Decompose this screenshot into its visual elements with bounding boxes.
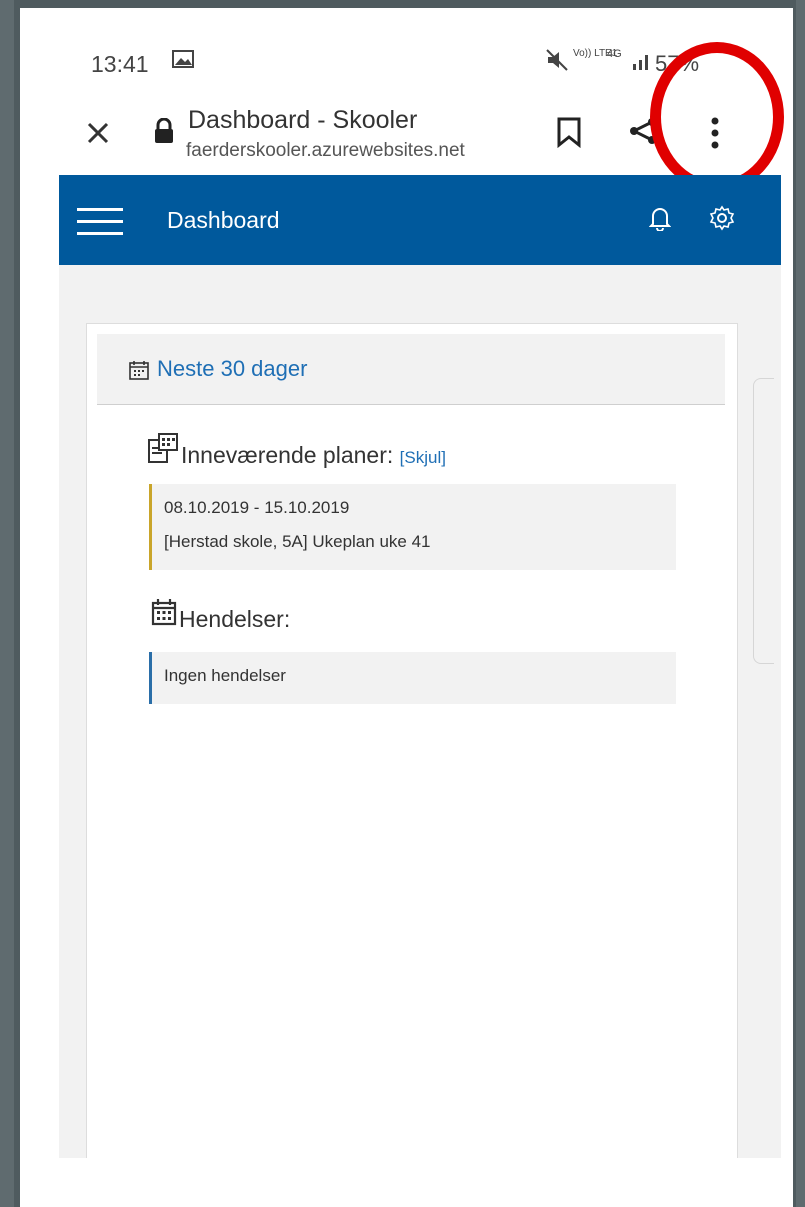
- dashboard-card: Neste 30 dager Inneværende planer: [Skju…: [86, 323, 738, 1207]
- page-title: Dashboard - Skooler: [188, 106, 418, 134]
- calendar-icon: [129, 361, 149, 380]
- bell-icon[interactable]: [649, 205, 671, 231]
- network-gen: 4G: [607, 48, 622, 60]
- gear-icon[interactable]: [709, 205, 735, 231]
- plan-dates: 08.10.2019 - 15.10.2019: [164, 498, 350, 517]
- mute-icon: [546, 49, 568, 71]
- plans-label: Inneværende planer:: [181, 442, 394, 468]
- image-notification-icon: [172, 50, 194, 68]
- plan-item[interactable]: 08.10.2019 - 15.10.2019 [Herstad skole, …: [149, 484, 676, 570]
- app-header: Dashboard: [59, 175, 781, 265]
- close-icon[interactable]: [83, 118, 113, 148]
- event-item: Ingen hendelser: [149, 652, 676, 704]
- no-events-text: Ingen hendelser: [164, 666, 286, 685]
- page-url[interactable]: faerderskooler.azurewebsites.net: [186, 140, 465, 162]
- events-calendar-icon: [151, 599, 177, 626]
- plans-heading: Inneværende planer: [Skjul]: [181, 442, 446, 469]
- menu-icon[interactable]: [77, 208, 123, 236]
- side-panel-edge[interactable]: [753, 378, 774, 664]
- signal-icon: [633, 55, 648, 70]
- bottom-bar: [59, 1158, 781, 1207]
- events-heading: Hendelser:: [179, 606, 291, 632]
- plans-icon: [148, 433, 178, 463]
- card-title: Neste 30 dager: [157, 356, 308, 381]
- annotation-circle: [650, 42, 784, 192]
- card-header[interactable]: Neste 30 dager: [97, 334, 725, 405]
- phone-screen: 13:41 Vo)) LTE1 4G 57% Dashboard - Skool…: [20, 8, 793, 1207]
- bookmark-icon[interactable]: [555, 116, 583, 148]
- lock-icon: [155, 118, 173, 143]
- app-title: Dashboard: [167, 207, 280, 233]
- status-time: 13:41: [91, 51, 149, 77]
- plan-name: [Herstad skole, 5A] Ukeplan uke 41: [164, 532, 431, 551]
- hide-plans-link[interactable]: [Skjul]: [400, 448, 446, 467]
